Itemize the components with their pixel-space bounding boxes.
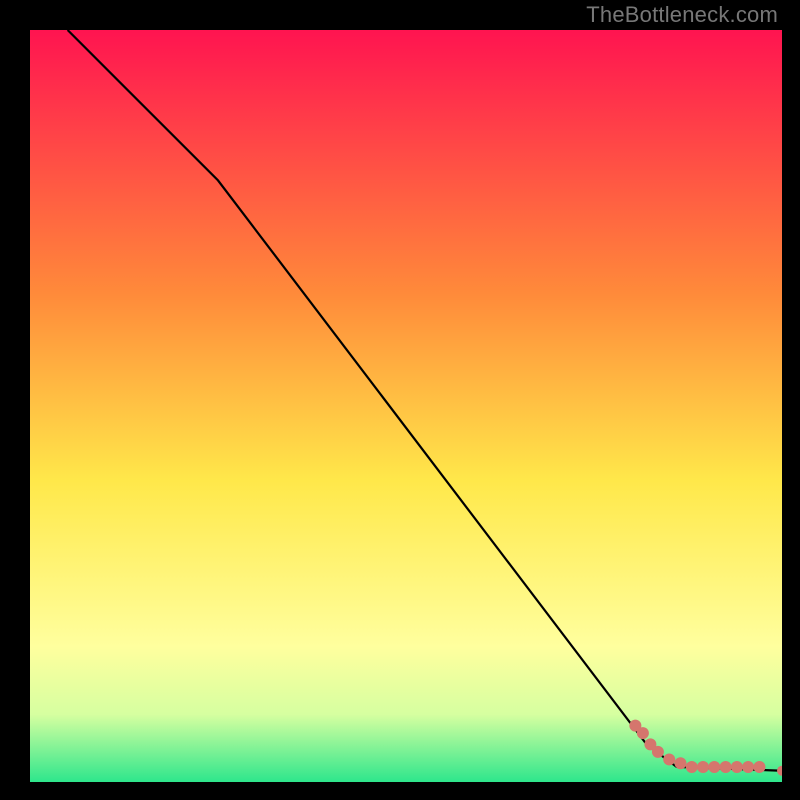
scatter-point [731, 761, 743, 773]
plot-area [30, 30, 782, 782]
scatter-point [708, 761, 720, 773]
scatter-point [652, 746, 664, 758]
scatter-point [697, 761, 709, 773]
scatter-point [686, 761, 698, 773]
chart-svg [30, 30, 782, 782]
scatter-point [720, 761, 732, 773]
scatter-point [753, 761, 765, 773]
scatter-point [742, 761, 754, 773]
gradient-background [30, 30, 782, 782]
chart-frame: TheBottleneck.com [0, 0, 800, 800]
scatter-point [663, 753, 675, 765]
scatter-point [674, 757, 686, 769]
scatter-point [637, 727, 649, 739]
attribution-label: TheBottleneck.com [586, 2, 778, 28]
